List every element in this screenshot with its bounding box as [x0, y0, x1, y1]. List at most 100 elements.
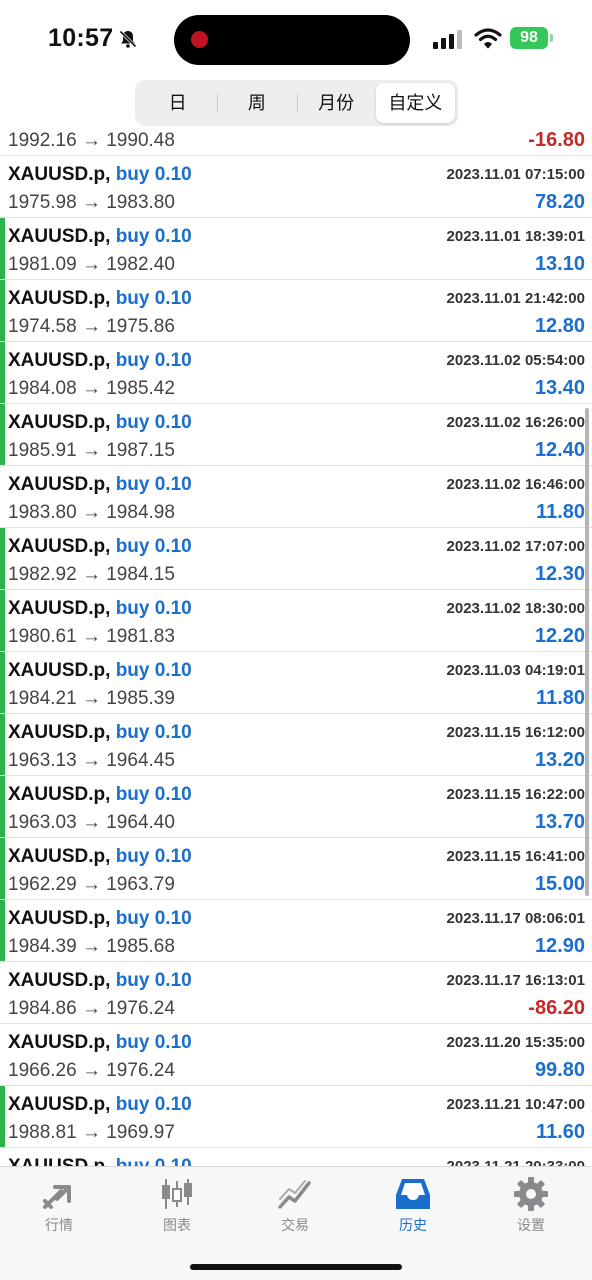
trade-indicator-bar: [0, 280, 5, 341]
status-bar: 10:57 98: [0, 0, 592, 80]
trade-profit: 11.60: [536, 1121, 585, 1143]
trade-symbol: XAUUSD.p,: [8, 536, 111, 557]
trade-datetime: 2023.11.02 18:30:00: [446, 600, 585, 617]
trade-symbol: XAUUSD.p,: [8, 474, 111, 495]
quotes-arrow-icon: [43, 1185, 71, 1209]
trade-row[interactable]: XAUUSD.p, buy 0.10 2023.11.02 18:30:00 1…: [0, 590, 592, 652]
trade-row[interactable]: XAUUSD.p, buy 0.10 2023.11.02 16:26:00 1…: [0, 404, 592, 466]
trade-symbol: XAUUSD.p,: [8, 722, 111, 743]
trade-profit: -86.20: [528, 997, 585, 1019]
trade-datetime: 2023.11.21 10:47:00: [446, 1096, 585, 1113]
trade-profit: 11.80: [536, 501, 585, 523]
silent-bell-icon: [119, 30, 137, 48]
tab-label: 历史: [399, 1217, 427, 1233]
segment-day[interactable]: 日: [138, 83, 217, 123]
trade-row[interactable]: XAUUSD.p, buy 0.10 2023.11.15 16:41:00 1…: [0, 838, 592, 900]
trade-side: buy 0.10: [115, 350, 192, 371]
trade-side: buy 0.10: [115, 164, 192, 185]
candlestick-chart-icon: [162, 1179, 192, 1209]
trade-symbol: XAUUSD.p,: [8, 1094, 111, 1115]
trade-profit: 13.40: [534, 377, 585, 399]
trade-profit: 15.00: [534, 873, 585, 895]
trade-side: buy 0.10: [115, 598, 192, 619]
trade-indicator-bar: [0, 218, 5, 279]
tab-settings[interactable]: 设置: [472, 1167, 590, 1237]
list-scrollbar[interactable]: [585, 408, 589, 896]
trade-prices: 1984.39 → 1985.68: [8, 936, 175, 957]
segment-month[interactable]: 月份: [296, 83, 376, 123]
trade-symbol: XAUUSD.p,: [8, 226, 111, 247]
trade-profit: 12.90: [534, 935, 585, 957]
tab-history[interactable]: 历史: [354, 1167, 472, 1237]
home-indicator[interactable]: [190, 1264, 402, 1270]
trade-prices: 1984.21 → 1985.39: [8, 688, 175, 709]
gear-icon: [514, 1177, 548, 1211]
trade-indicator-bar: [0, 714, 5, 775]
trade-symbol: XAUUSD.p,: [8, 288, 111, 309]
trade-datetime: 2023.11.15 16:12:00: [446, 724, 585, 741]
trade-row[interactable]: XAUUSD.p, buy 0.10 2023.11.17 08:06:01 1…: [0, 900, 592, 962]
trade-prices: 1974.58 → 1975.86: [8, 316, 175, 337]
trade-row[interactable]: XAUUSD.p, buy 0.10 2023.11.15 16:12:00 1…: [0, 714, 592, 776]
trade-profit: 11.80: [536, 687, 585, 709]
trade-row[interactable]: XAUUSD.p, buy 0.10 2023.11.20 15:35:00 1…: [0, 1024, 592, 1086]
trade-row[interactable]: XAUUSD.p, buy 0.10 2023.11.02 05:54:00 1…: [0, 342, 592, 404]
segment-custom[interactable]: 自定义: [375, 83, 455, 123]
trade-row[interactable]: XAUUSD.p, buy 0.10 2023.11.01 07:15:00 1…: [0, 156, 592, 218]
trade-row[interactable]: XAUUSD.p, buy 0.10 2023.11.21 20:33:00: [0, 1148, 592, 1168]
trade-row[interactable]: XAUUSD.p, buy 0.10 2023.11.15 16:22:00 1…: [0, 776, 592, 838]
trade-profit: 12.30: [534, 563, 585, 585]
tab-chart[interactable]: 图表: [118, 1167, 236, 1237]
trade-profit: 78.20: [534, 191, 585, 213]
trade-indicator-bar: [0, 652, 5, 713]
trade-side: buy 0.10: [115, 908, 192, 929]
cellular-signal-icon: [433, 30, 462, 49]
trade-row[interactable]: XAUUSD.p, buy 0.10 2023.11.02 16:46:00 1…: [0, 466, 592, 528]
tab-quotes[interactable]: 行情: [0, 1167, 118, 1237]
trade-row[interactable]: XAUUSD.p, buy 0.10 2023.11.17 16:13:01 1…: [0, 962, 592, 1024]
trade-indicator-bar: [0, 1086, 5, 1147]
trade-side: buy 0.10: [115, 970, 192, 991]
trade-prices: 1988.81 → 1969.97: [8, 1122, 175, 1143]
trade-side: buy 0.10: [115, 1032, 192, 1053]
trade-datetime: 2023.11.01 18:39:01: [446, 228, 585, 245]
trade-datetime: 2023.11.17 16:13:01: [446, 972, 585, 989]
trade-indicator-bar: [0, 776, 5, 837]
trade-row[interactable]: XAUUSD.p, buy 0.10 2023.11.03 04:19:01 1…: [0, 652, 592, 714]
trade-datetime: 2023.11.02 05:54:00: [446, 352, 585, 369]
trade-side: buy 0.10: [115, 722, 192, 743]
trade-history-list[interactable]: 1992.16 → 1990.48 -16.80 XAUUSD.p, buy 0…: [0, 128, 592, 1168]
trade-profit: 13.70: [534, 811, 585, 833]
trade-profit: 12.20: [534, 625, 585, 647]
trade-symbol: XAUUSD.p,: [8, 846, 111, 867]
trade-datetime: 2023.11.02 16:26:00: [446, 414, 585, 431]
trade-line-icon: [278, 1180, 311, 1209]
trade-row[interactable]: XAUUSD.p, buy 0.10 2023.11.01 21:42:00 1…: [0, 280, 592, 342]
trade-row[interactable]: XAUUSD.p, buy 0.10 2023.11.01 18:39:01 1…: [0, 218, 592, 280]
trade-profit: 99.80: [534, 1059, 585, 1081]
trade-side: buy 0.10: [115, 412, 192, 433]
trade-indicator-bar: [0, 590, 5, 651]
bottom-tab-bar: 行情 图表 交易 历史 设置: [0, 1166, 592, 1280]
trade-indicator-bar: [0, 404, 5, 465]
trade-indicator-bar: [0, 900, 5, 961]
trade-row[interactable]: XAUUSD.p, buy 0.10 2023.11.02 17:07:00 1…: [0, 528, 592, 590]
trade-symbol: XAUUSD.p,: [8, 1032, 111, 1053]
segment-week[interactable]: 周: [217, 83, 296, 123]
trade-prices: 1984.86 → 1976.24: [8, 998, 175, 1019]
trade-prices: 1975.98 → 1983.80: [8, 192, 175, 213]
trade-prices: 1962.29 → 1963.79: [8, 874, 175, 895]
trade-side: buy 0.10: [115, 536, 192, 557]
trade-side: buy 0.10: [115, 660, 192, 681]
trade-prices: 1980.61 → 1981.83: [8, 626, 175, 647]
trade-symbol: XAUUSD.p,: [8, 660, 111, 681]
trade-side: buy 0.10: [115, 784, 192, 805]
trade-profit: 12.80: [534, 315, 585, 337]
tab-trade[interactable]: 交易: [236, 1167, 354, 1237]
trade-prices: 1985.91 → 1987.15: [8, 440, 175, 461]
trade-row[interactable]: 1992.16 → 1990.48 -16.80: [0, 128, 592, 156]
trade-row[interactable]: XAUUSD.p, buy 0.10 2023.11.21 10:47:00 1…: [0, 1086, 592, 1148]
trade-indicator-bar: [0, 838, 5, 899]
trade-datetime: 2023.11.15 16:41:00: [446, 848, 585, 865]
trade-profit: 13.10: [534, 253, 585, 275]
